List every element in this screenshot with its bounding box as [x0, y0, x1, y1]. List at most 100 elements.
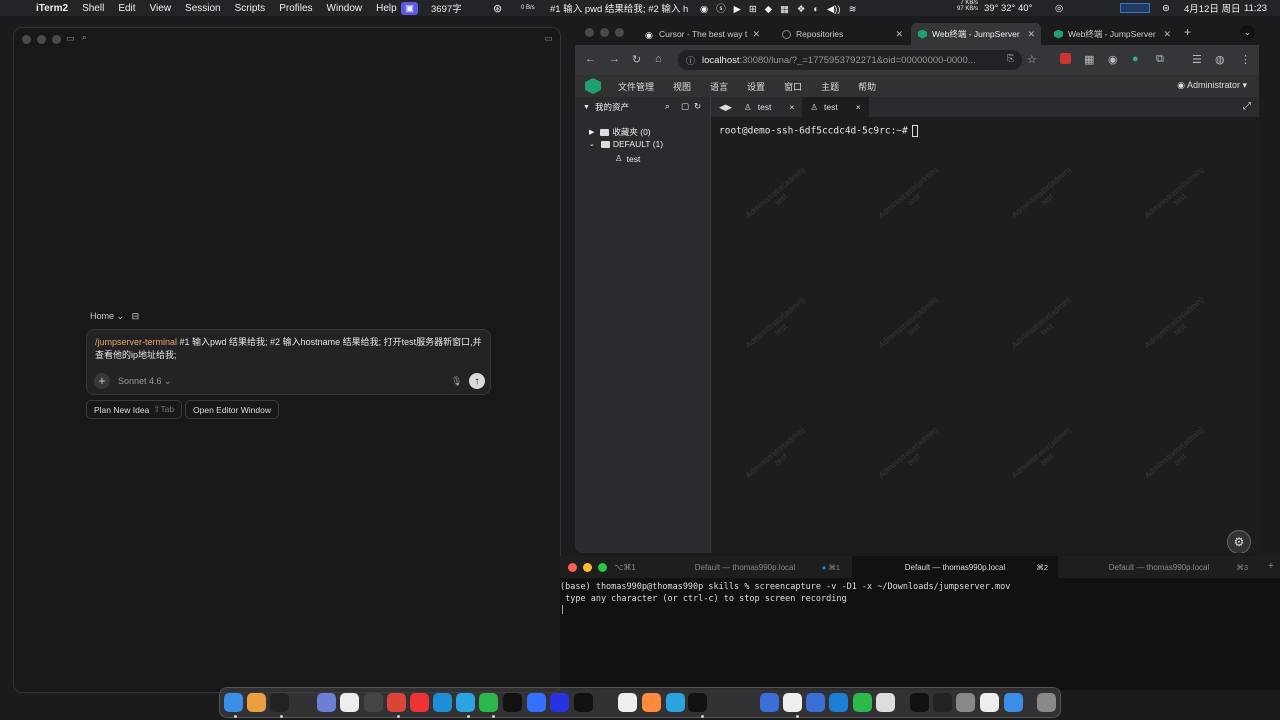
iterm-traffic-lights[interactable]	[568, 563, 607, 572]
menu-settings[interactable]: 设置	[747, 80, 765, 93]
tree-item-favorites[interactable]: ▶ 收藏夹 (0)	[589, 126, 651, 138]
paper-plane-icon[interactable]	[666, 693, 685, 712]
pycharm-icon[interactable]	[910, 693, 929, 712]
forward-icon[interactable]: →	[609, 53, 620, 65]
terminal-tab-2-active[interactable]: ♙ test ×	[802, 97, 869, 117]
close-icon[interactable]: ✕	[752, 29, 760, 40]
openai-icon[interactable]: ⊛	[493, 0, 502, 16]
terminal-tab-1[interactable]: ♙ test ×	[736, 97, 802, 117]
extensions-puzzle-icon[interactable]: ⧉	[1156, 53, 1164, 66]
site-info-icon[interactable]: ⓘ	[686, 54, 695, 67]
chat-composer[interactable]: /jumpserver-terminal #1 输入pwd 结果给我; #2 输…	[86, 329, 491, 395]
menu-theme[interactable]: 主题	[821, 80, 839, 93]
baidu-icon[interactable]	[550, 693, 569, 712]
time-status[interactable]: 11:23	[1244, 0, 1267, 16]
menu-view[interactable]: 视图	[673, 80, 691, 93]
copy-icon[interactable]: ⎘	[1007, 53, 1014, 64]
chrome-tab-jumpserver-active[interactable]: Web终端 - JumpServer ✕	[911, 23, 1041, 45]
model-selector[interactable]: Sonnet 4.6 ⌄	[118, 376, 172, 387]
close-icon[interactable]: ✕	[1027, 29, 1035, 40]
migration-icon[interactable]	[364, 693, 383, 712]
finder-icon[interactable]	[224, 693, 243, 712]
edge-icon[interactable]	[433, 693, 452, 712]
menu-window[interactable]: Window	[327, 3, 363, 14]
menu-edit[interactable]: Edit	[118, 3, 135, 14]
chrome-tab-jumpserver[interactable]: Web终端 - JumpServer ✕	[1047, 23, 1177, 45]
bookmark-star-icon[interactable]: ☆	[1027, 53, 1037, 66]
profile-avatar[interactable]: ◍	[1215, 53, 1225, 66]
chrome-tab-repositories[interactable]: Repositories ✕	[775, 23, 909, 45]
tree-item-default[interactable]: ⌄ DEFAULT (1)	[589, 139, 663, 149]
ticker-status[interactable]: #1 输入 pwd 结果给我; #2 输入 h	[548, 0, 688, 16]
notes-icon[interactable]	[980, 693, 999, 712]
search-icon[interactable]: ⌕	[665, 101, 670, 112]
menu-view[interactable]: View	[150, 3, 172, 14]
chrome-menu-icon[interactable]: ⋮	[1240, 53, 1251, 66]
user-menu[interactable]: ◉ Administrator ▾	[1177, 80, 1247, 91]
refresh-icon[interactable]: ↻	[694, 101, 701, 112]
trash-icon[interactable]	[1037, 693, 1056, 712]
menu-app-name[interactable]: iTerm2	[36, 3, 68, 14]
fullscreen-icon[interactable]: ⤢	[1243, 101, 1251, 112]
vscode-icon[interactable]	[829, 693, 848, 712]
linux-icon[interactable]	[783, 693, 802, 712]
breadcrumb[interactable]: Home ⌄ ⊟	[90, 311, 139, 322]
telegram-icon[interactable]	[456, 693, 475, 712]
swift-icon[interactable]	[806, 693, 825, 712]
youtube-icon[interactable]	[410, 693, 429, 712]
iterm-tab-1[interactable]: Default — thomas990p.local ● ⌘1	[640, 556, 850, 578]
menu-help[interactable]: 帮助	[858, 80, 876, 93]
menu-window[interactable]: 窗口	[784, 80, 802, 93]
reading-list-icon[interactable]: ☰	[1192, 53, 1202, 66]
date-status[interactable]: 4月12日 周日	[1184, 0, 1241, 16]
tiktok-icon[interactable]	[574, 693, 593, 712]
chrome-traffic-lights[interactable]	[585, 28, 624, 37]
back-icon[interactable]: ←	[585, 53, 596, 65]
wechat-mini-icon[interactable]	[853, 693, 872, 712]
control-center-icon[interactable]: ⊜	[1162, 0, 1170, 16]
search-icon[interactable]: ⌕	[82, 32, 87, 43]
new-tab-button[interactable]: +	[1268, 561, 1274, 572]
menu-profiles[interactable]: Profiles	[279, 3, 312, 14]
settings-icon[interactable]	[956, 693, 975, 712]
menu-shell[interactable]: Shell	[82, 3, 104, 14]
tab-search-button[interactable]: ⌄	[1240, 25, 1255, 40]
settings-gear-button[interactable]: ⚙	[1227, 530, 1251, 553]
screen-icon[interactable]	[317, 693, 336, 712]
screen-record-icon[interactable]: ▣	[401, 0, 418, 16]
send-icon[interactable]	[760, 693, 779, 712]
qspace-icon[interactable]	[876, 693, 895, 712]
mic-icon[interactable]: 🎙	[451, 376, 462, 387]
chrome-icon[interactable]	[387, 693, 406, 712]
chatbox-icon[interactable]	[642, 693, 661, 712]
send-button[interactable]: ↑	[469, 373, 485, 389]
chatgpt-icon[interactable]	[340, 693, 359, 712]
close-icon[interactable]: ✕	[895, 29, 903, 40]
panel-toggle-icon[interactable]: ▭	[544, 33, 553, 44]
close-icon[interactable]: ✕	[1163, 29, 1171, 40]
feishu-icon[interactable]	[527, 693, 546, 712]
home-icon[interactable]: ⌂	[655, 53, 662, 65]
close-icon[interactable]: ×	[789, 102, 794, 112]
new-tab-button[interactable]: +	[1184, 25, 1191, 39]
select-icon[interactable]: ▢	[681, 101, 689, 112]
iterm-tab-2-active[interactable]: Default — thomas990p.local ⌘2	[852, 556, 1058, 578]
collapse-icon[interactable]: ▼	[583, 104, 590, 111]
plan-new-idea-button[interactable]: Plan New Idea ⇧Tab	[86, 400, 183, 419]
chrome-tab-cursor[interactable]: ◉ Cursor - The best way t ✕	[638, 23, 766, 45]
iterm-output[interactable]: (base) thomas990p@thomas990p skills % sc…	[560, 582, 1010, 617]
iterm-tab-3[interactable]: Default — thomas990p.local ⌘3	[1060, 556, 1258, 578]
url-input[interactable]: ⓘ localhost:30080/luna/?_=1775953792271&o…	[678, 50, 1022, 70]
open-editor-window-button[interactable]: Open Editor Window	[185, 400, 279, 419]
tab-nav-arrows[interactable]: ◀▶	[711, 97, 736, 117]
wechat-icon[interactable]: ◎	[1055, 0, 1063, 16]
extension-grid-icon[interactable]: ▦	[1084, 53, 1094, 66]
breadcrumb-home[interactable]: Home	[90, 311, 114, 321]
menu-session[interactable]: Session	[185, 3, 221, 14]
window-traffic-lights[interactable]	[22, 35, 61, 44]
menu-file-manager[interactable]: 文件管理	[618, 80, 654, 93]
menu-scripts[interactable]: Scripts	[235, 3, 266, 14]
extension-round-icon[interactable]: ◉	[1108, 53, 1118, 66]
add-context-button[interactable]: +	[94, 373, 110, 389]
activity-icon[interactable]	[688, 693, 707, 712]
